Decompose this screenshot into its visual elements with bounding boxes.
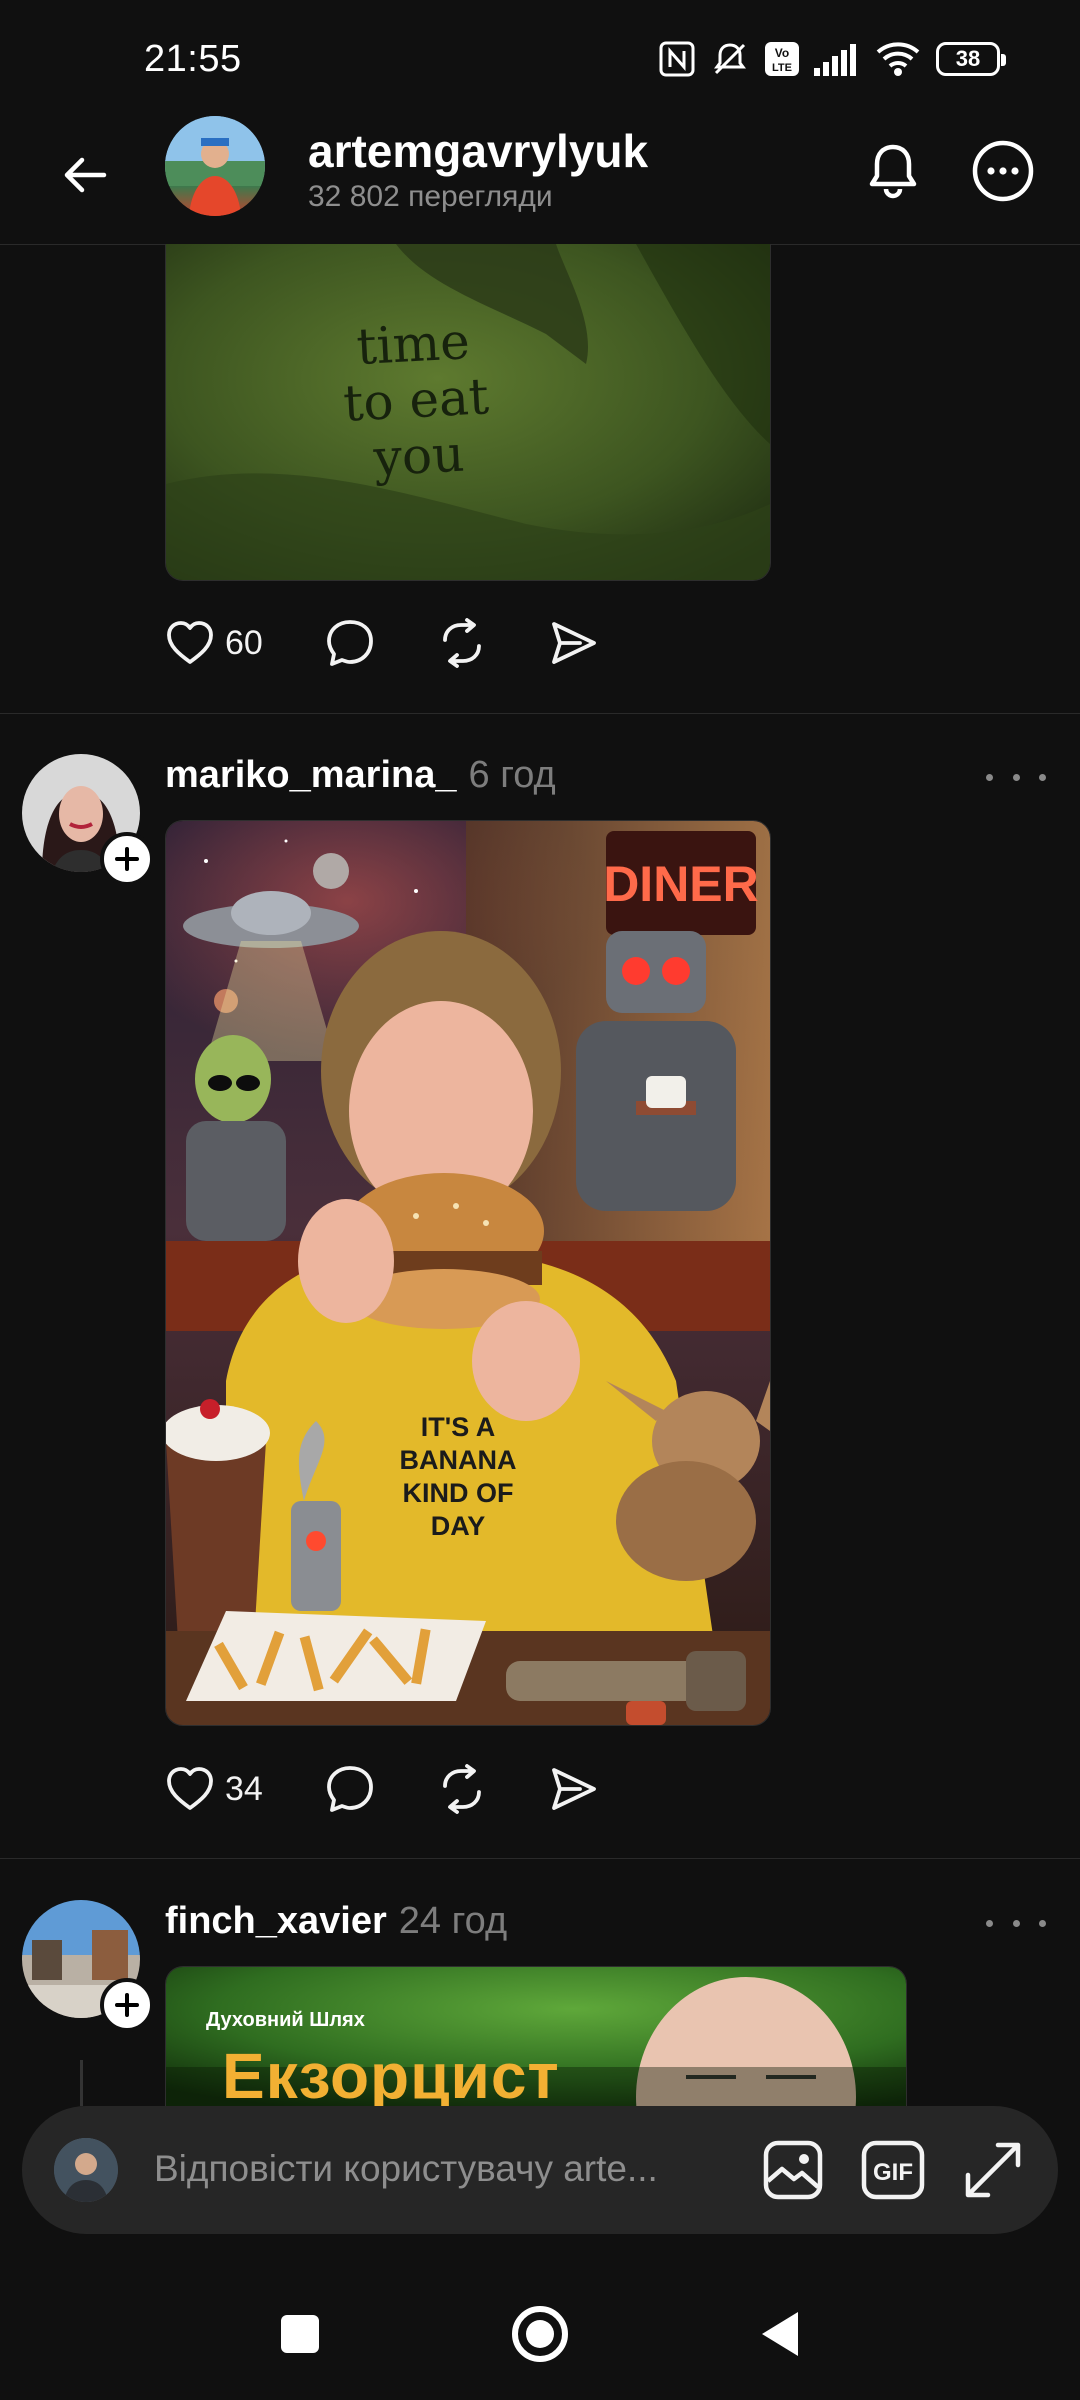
post-actions: 34 — [165, 1764, 661, 1814]
shirt-slogan-text: IT'S A BANANA KIND OF DAY — [399, 1412, 517, 1541]
wifi-icon — [874, 40, 922, 78]
volte-icon: Vo LTE — [764, 41, 800, 77]
heart-icon — [167, 1767, 213, 1810]
back-button[interactable] — [50, 140, 120, 210]
gif-icon: GIF — [861, 2140, 925, 2200]
circle-icon — [512, 2306, 568, 2362]
gallery-button[interactable] — [760, 2137, 826, 2203]
status-bar: 21:55 Vo LTE 38 — [0, 0, 1080, 110]
svg-text:LTE: LTE — [772, 62, 792, 74]
like-count: 60 — [225, 623, 263, 662]
neon-sign-text: DINER — [603, 856, 759, 912]
shirt-print-text: time to eat you — [341, 312, 491, 488]
system-nav-bar — [0, 2250, 1080, 2400]
like-count: 34 — [225, 1769, 263, 1808]
post-image[interactable]: Духовний Шлях Екзорцист — [165, 1966, 907, 2107]
post-actions: 60 — [165, 618, 661, 668]
thread-header: artemgavrylyuk 32 802 перегляди — [0, 110, 1080, 245]
repost-icon — [442, 1764, 481, 1814]
share-button[interactable] — [549, 618, 599, 668]
image-title: Екзорцист — [222, 2040, 560, 2107]
send-icon — [551, 622, 596, 664]
view-count: 32 802 перегляди — [308, 180, 553, 213]
comment-button[interactable] — [325, 618, 375, 668]
expand-icon — [965, 2142, 1021, 2198]
follow-button[interactable] — [100, 1978, 154, 2032]
mute-icon — [710, 39, 750, 79]
post-timestamp: 24 год — [398, 1900, 508, 1942]
expand-button[interactable] — [960, 2137, 1026, 2203]
repost-button[interactable] — [437, 618, 487, 668]
repost-icon — [442, 618, 481, 668]
status-time: 21:55 — [144, 38, 242, 80]
triangle-back-icon — [762, 2312, 798, 2356]
profile-avatar[interactable] — [165, 116, 265, 216]
image-icon — [763, 2140, 823, 2200]
post-image[interactable]: time to eat you — [165, 244, 771, 581]
battery-indicator: 38 — [936, 42, 1006, 76]
send-icon — [551, 1768, 596, 1810]
nfc-icon — [658, 40, 696, 78]
current-user-avatar — [54, 2138, 118, 2202]
post-username[interactable]: finch_xavier — [165, 1900, 387, 1943]
like-button[interactable]: 60 — [165, 620, 263, 666]
arrow-left-icon — [64, 157, 107, 193]
recents-button[interactable] — [270, 2304, 330, 2364]
nav-back-button[interactable] — [750, 2304, 810, 2364]
post-more-button[interactable] — [986, 762, 1046, 792]
post-timestamp: 6 год — [468, 754, 556, 796]
post-username[interactable]: mariko_marina_ — [165, 754, 457, 797]
plus-icon — [115, 847, 139, 871]
share-button[interactable] — [549, 1764, 599, 1814]
comment-icon — [326, 1766, 373, 1812]
post-meta: finch_xavier 24 год — [165, 1900, 507, 1943]
notifications-button[interactable] — [858, 136, 928, 206]
heart-icon — [167, 621, 213, 664]
status-icons: Vo LTE 38 — [658, 36, 1006, 82]
follow-button[interactable] — [100, 832, 154, 886]
reply-composer[interactable]: Відповісти користувачу arte... GIF — [22, 2106, 1058, 2234]
image-caption: Духовний Шлях — [206, 2009, 365, 2031]
comment-icon — [326, 620, 373, 666]
svg-text:GIF: GIF — [873, 2159, 913, 2186]
bell-icon — [869, 144, 917, 199]
post-divider — [0, 713, 1080, 714]
svg-text:Vo: Vo — [775, 46, 789, 60]
thread-line — [80, 2060, 83, 2106]
post-meta: mariko_marina_ 6 год — [165, 754, 556, 797]
more-options-button[interactable] — [968, 136, 1038, 206]
comment-button[interactable] — [325, 1764, 375, 1814]
reply-input[interactable]: Відповісти користувачу arte... — [154, 2148, 734, 2190]
square-icon — [281, 2315, 319, 2353]
profile-username[interactable]: artemgavrylyuk — [308, 124, 648, 178]
like-button[interactable]: 34 — [165, 1766, 263, 1812]
post-more-button[interactable] — [986, 1908, 1046, 1938]
plus-icon — [115, 1993, 139, 2017]
signal-icon — [814, 42, 860, 76]
home-button[interactable] — [510, 2304, 570, 2364]
post-image[interactable]: DINER IT'S A BANANA KIND OF DAY — [165, 820, 771, 1726]
repost-button[interactable] — [437, 1764, 487, 1814]
gif-button[interactable]: GIF — [860, 2137, 926, 2203]
more-circle-icon — [972, 140, 1034, 202]
post-divider — [0, 1858, 1080, 1859]
